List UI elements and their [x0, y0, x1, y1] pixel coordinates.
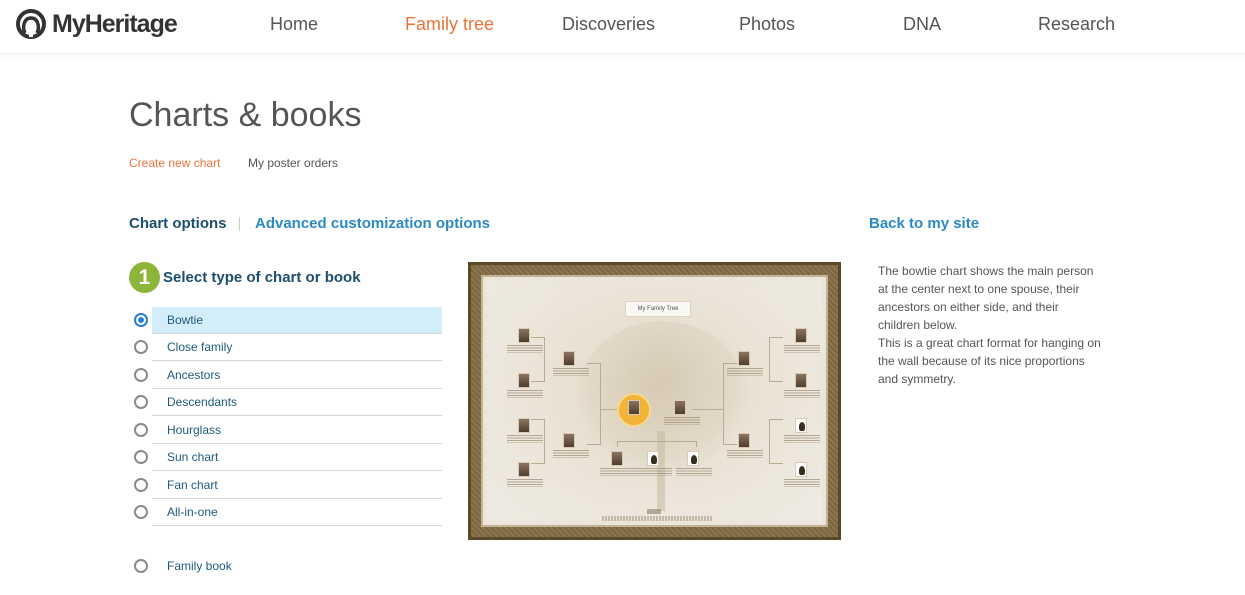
nav-family-tree[interactable]: Family tree — [405, 14, 494, 35]
radio-button[interactable] — [134, 340, 148, 354]
create-new-chart-link[interactable]: Create new chart — [129, 156, 220, 170]
radio-button[interactable] — [134, 505, 148, 519]
person-photo — [563, 351, 575, 366]
page-title: Charts & books — [129, 96, 362, 134]
description-text: This is a great chart format for hanging… — [878, 336, 1101, 386]
nav-home[interactable]: Home — [270, 14, 318, 35]
option-label: Descendants — [167, 395, 238, 409]
myheritage-logo[interactable]: MyHeritage — [14, 9, 178, 39]
option-label: Fan chart — [167, 478, 218, 492]
radio-button[interactable] — [134, 478, 148, 492]
nav-photos[interactable]: Photos — [739, 14, 795, 35]
logo-text: MyHeritage — [52, 9, 178, 38]
chart-description: The bowtie chart shows the main person a… — [878, 262, 1103, 388]
radio-button[interactable] — [134, 450, 148, 464]
chart-type-option-family-book[interactable]: Family book — [130, 553, 442, 580]
person-photo — [738, 433, 750, 448]
child-photo — [611, 451, 623, 466]
description-text: The bowtie chart shows the main person a… — [878, 264, 1094, 332]
chart-type-option-sun-chart[interactable]: Sun chart — [130, 444, 442, 471]
my-poster-orders-link[interactable]: My poster orders — [248, 156, 338, 170]
tab-chart-options[interactable]: Chart options — [129, 215, 227, 232]
nav-dna[interactable]: DNA — [903, 14, 941, 35]
option-label: Sun chart — [167, 450, 219, 464]
option-label: All-in-one — [167, 505, 218, 519]
person-photo — [795, 373, 807, 388]
person-silhouette — [795, 418, 807, 433]
back-to-my-site-link[interactable]: Back to my site — [869, 215, 979, 232]
person-silhouette — [795, 462, 807, 477]
chart-type-option-all-in-one[interactable]: All-in-one — [130, 499, 442, 526]
option-label: Close family — [167, 340, 233, 354]
picture-frame: My Family Tree — [468, 262, 841, 540]
person-photo — [518, 462, 530, 477]
person-photo — [795, 328, 807, 343]
person-photo — [518, 418, 530, 433]
main-person-photo — [628, 400, 640, 415]
child-silhouette — [647, 451, 659, 466]
chart-preview-image: My Family Tree — [468, 262, 841, 540]
poster: My Family Tree — [487, 281, 822, 521]
tab-separator — [239, 217, 240, 231]
chart-type-option-close-family[interactable]: Close family — [130, 334, 442, 361]
chart-type-option-ancestors[interactable]: Ancestors — [130, 362, 442, 389]
person-photo — [738, 351, 750, 366]
option-label: Bowtie — [167, 313, 204, 327]
poster-footer-logo — [647, 509, 661, 514]
person-photo — [563, 433, 575, 448]
radio-button[interactable] — [134, 395, 148, 409]
step-title: Select type of chart or book — [163, 269, 361, 286]
poster-title: My Family Tree — [625, 301, 691, 317]
option-label: Hourglass — [167, 423, 222, 437]
chart-type-option-fan-chart[interactable]: Fan chart — [130, 472, 442, 499]
step-number-badge: 1 — [129, 262, 160, 293]
chart-type-option-hourglass[interactable]: Hourglass — [130, 417, 442, 444]
poster-footer-text — [602, 516, 712, 521]
option-label: Family book — [167, 559, 232, 573]
person-photo — [518, 373, 530, 388]
radio-button[interactable] — [134, 559, 148, 573]
radio-button[interactable] — [134, 423, 148, 437]
radio-button[interactable] — [134, 368, 148, 382]
nav-research[interactable]: Research — [1038, 14, 1115, 35]
radio-button-selected[interactable] — [134, 313, 148, 327]
option-label: Ancestors — [167, 368, 221, 382]
tab-advanced-customization[interactable]: Advanced customization options — [255, 215, 490, 232]
myheritage-logo-icon — [16, 9, 46, 39]
chart-type-option-descendants[interactable]: Descendants — [130, 389, 442, 416]
person-photo — [518, 328, 530, 343]
spouse-photo — [674, 400, 686, 415]
top-header: MyHeritage Home Family tree Discoveries … — [0, 0, 1245, 54]
chart-type-option-bowtie[interactable]: Bowtie — [130, 307, 442, 334]
nav-discoveries[interactable]: Discoveries — [562, 14, 655, 35]
child-silhouette — [687, 451, 699, 466]
